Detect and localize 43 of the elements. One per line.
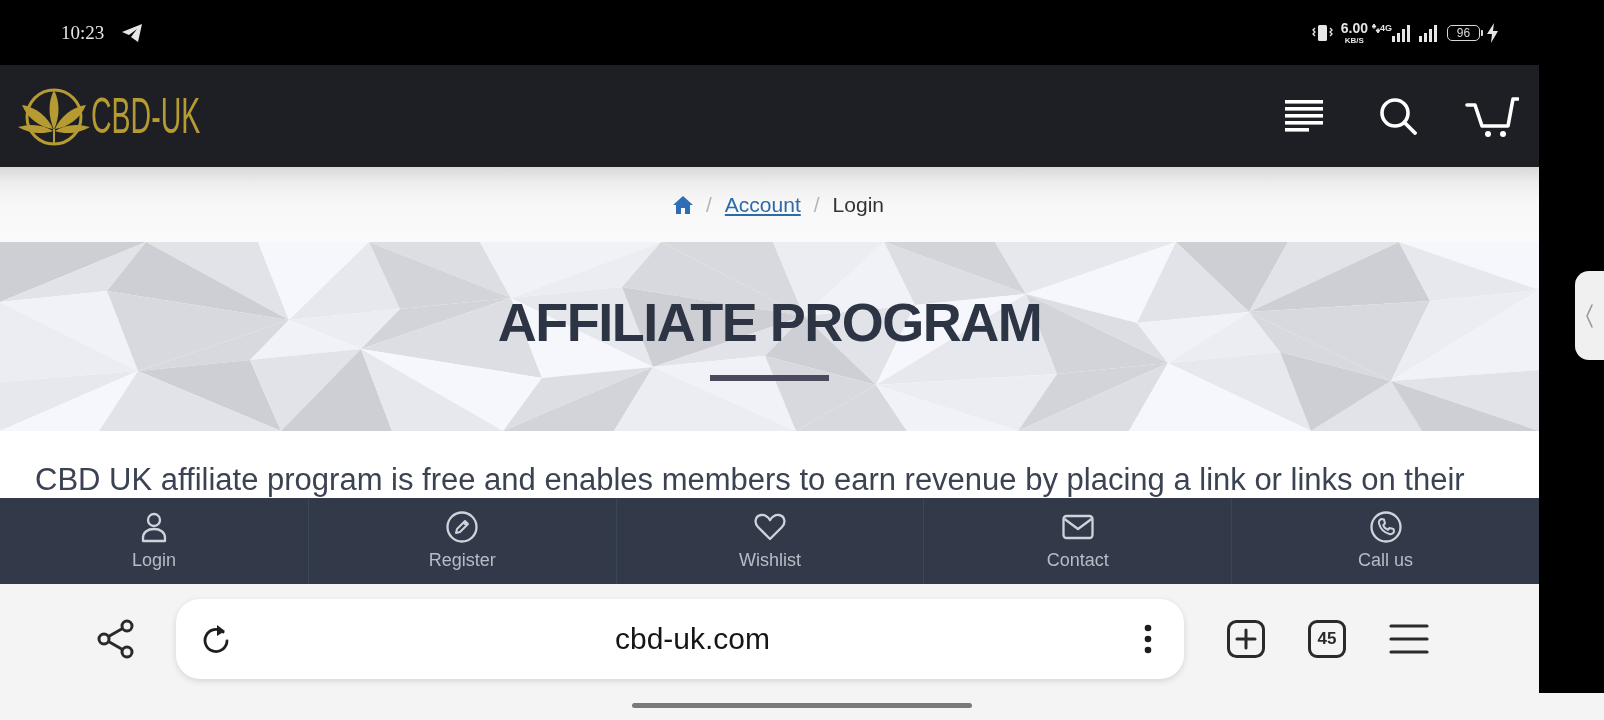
paper-plane-icon: [122, 23, 143, 42]
menu-button[interactable]: [1285, 100, 1323, 132]
breadcrumb-current: Login: [832, 192, 884, 217]
breadcrumb-separator: /: [813, 192, 820, 217]
network-speed-value: 6.00: [1340, 20, 1368, 36]
heart-icon: [754, 511, 786, 543]
home-icon[interactable]: [673, 195, 693, 214]
reload-icon: [201, 623, 231, 654]
chevron-left-icon: [1585, 303, 1594, 328]
address-bar[interactable]: cbd-uk.com: [176, 598, 1184, 679]
cart-icon: [1465, 95, 1519, 137]
menu-icon: [1389, 622, 1429, 655]
more-options-icon: [1144, 623, 1152, 654]
search-button[interactable]: [1379, 97, 1417, 135]
cart-button[interactable]: [1465, 95, 1519, 137]
breadcrumb-separator: /: [706, 192, 712, 217]
reload-button[interactable]: [201, 623, 231, 654]
page-title: AFFILIATE PROGRAM: [497, 295, 1042, 349]
phone-icon: [1369, 511, 1402, 543]
menu-icon: [1285, 100, 1323, 132]
pencil-icon: [446, 511, 479, 543]
vibrate-icon: [1311, 22, 1333, 43]
new-tab-button[interactable]: [1227, 619, 1265, 658]
search-icon: [1379, 97, 1417, 135]
bottom-nav-item[interactable]: Login: [0, 498, 308, 584]
plus-icon: [1227, 619, 1265, 658]
clock-time: 10:23: [61, 21, 105, 44]
share-button[interactable]: [96, 618, 134, 659]
share-icon: [96, 618, 134, 659]
network-type-label: 4G: [1380, 23, 1392, 33]
url-text: cbd-uk.com: [613, 621, 772, 656]
signal-icon: [1392, 23, 1410, 42]
more-options-button[interactable]: [1144, 623, 1152, 654]
intro-paragraph: CBD UK affiliate program is free and enables members to earn revenue by placing a link or links on their: [35, 462, 1465, 497]
tab-count-button[interactable]: 45: [1308, 619, 1346, 658]
signal-icon: [1419, 23, 1437, 42]
menu-button[interactable]: [1389, 622, 1429, 655]
breadcrumb-link[interactable]: Account: [724, 192, 801, 217]
edge-panel-handle[interactable]: [1575, 271, 1604, 360]
network-speed-unit: KB/S: [1344, 36, 1364, 45]
data-arrows-icon: [1372, 23, 1380, 33]
battery-indicator: 96: [1447, 24, 1483, 41]
logo-text[interactable]: CBD-UK: [91, 91, 201, 141]
